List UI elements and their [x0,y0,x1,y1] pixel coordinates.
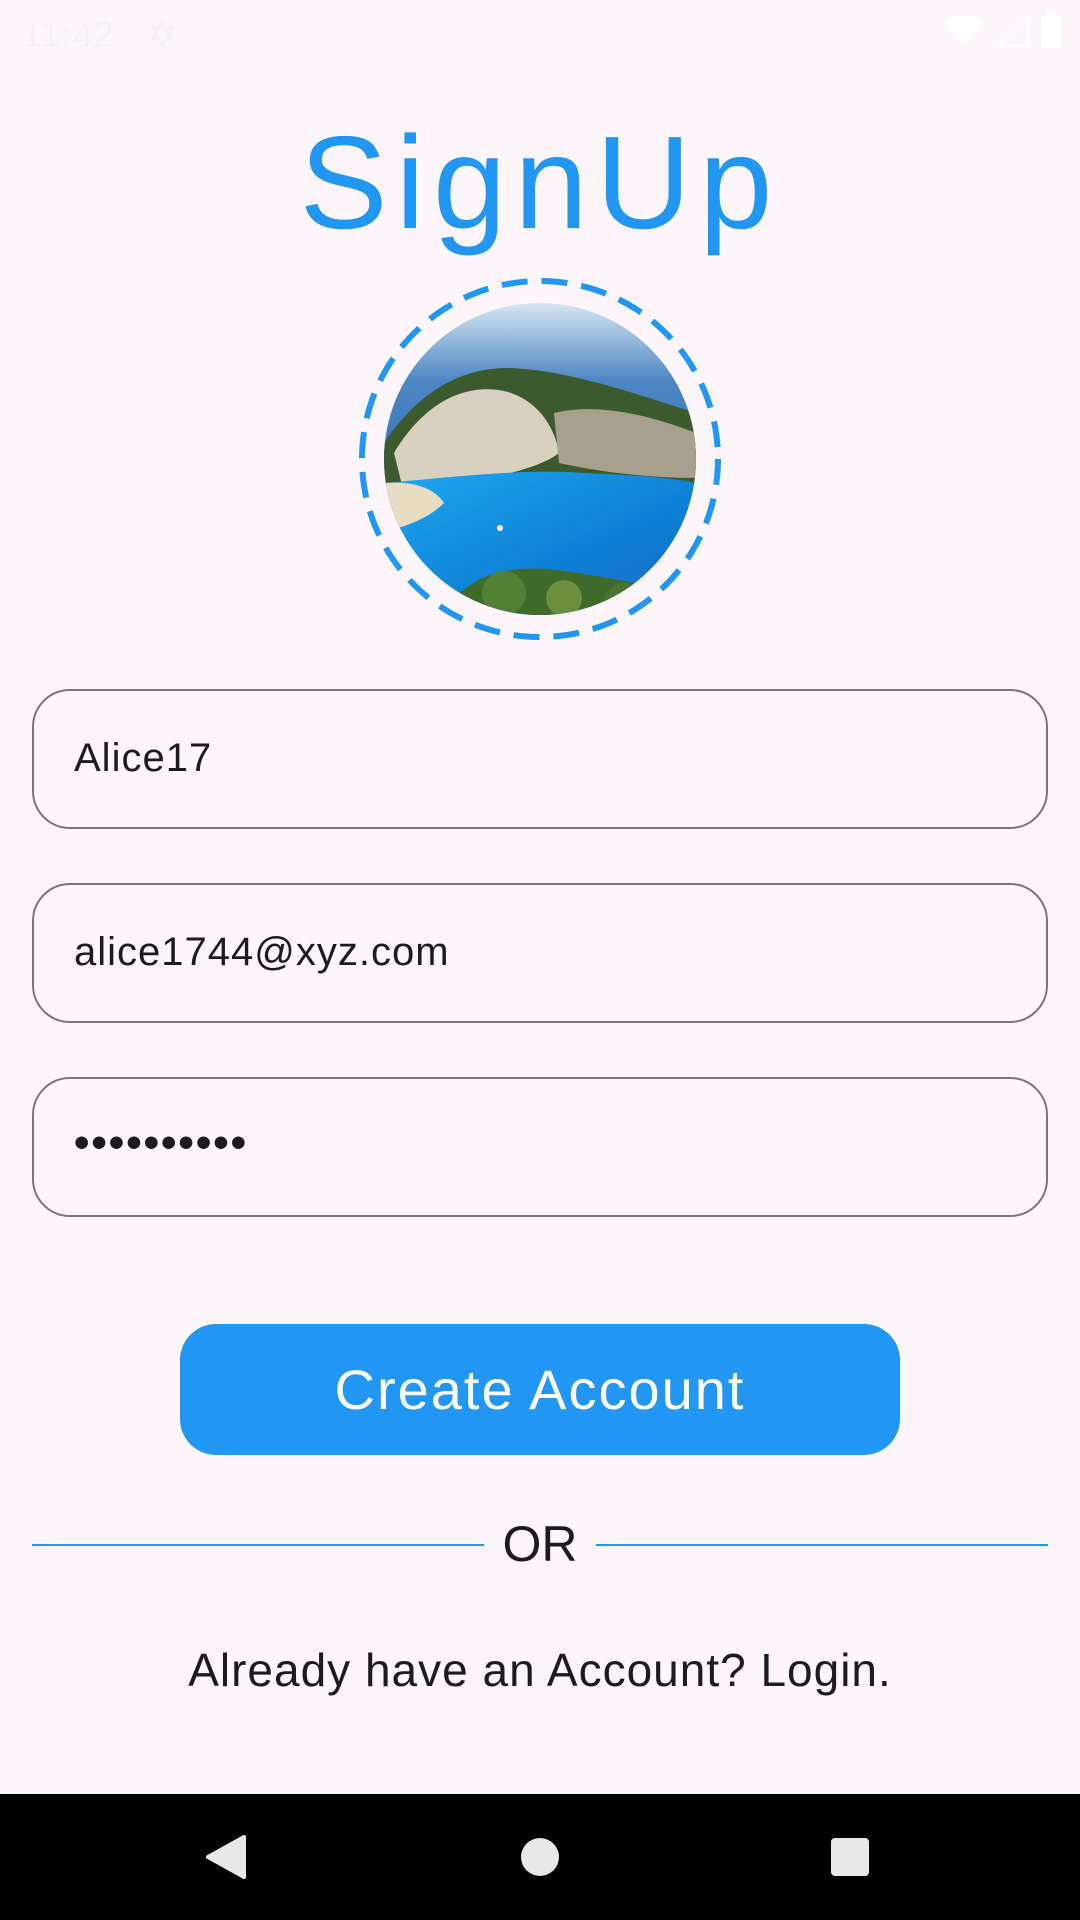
email-field[interactable]: alice1744@xyz.com [32,883,1048,1023]
recents-icon [831,1838,869,1876]
password-field[interactable]: •••••••••• [32,1077,1048,1217]
divider-left [32,1544,484,1546]
battery-icon [1041,12,1061,48]
avatar-picker[interactable] [357,276,723,642]
create-account-label: Create Account [334,1358,746,1421]
divider-right [596,1544,1048,1546]
username-field[interactable]: Alice17 [32,689,1048,829]
home-button[interactable] [480,1794,600,1920]
avatar-photo [384,303,696,615]
username-value: Alice17 [74,736,213,780]
back-button[interactable] [166,1794,286,1920]
email-value: alice1744@xyz.com [74,930,450,974]
recents-button[interactable] [790,1794,910,1920]
settings-gear-icon [150,20,175,46]
status-bar: 11:42 [0,0,1080,64]
status-time: 11:42 [22,14,115,55]
or-divider-label: OR [502,1516,578,1572]
avatar [384,303,696,615]
login-link[interactable]: Already have an Account? Login. [0,1640,1080,1700]
password-value: •••••••••• [74,1118,249,1167]
back-icon [206,1835,246,1879]
wifi-icon [944,15,984,45]
status-icons [944,12,1062,48]
home-icon [521,1838,559,1876]
signup-screen: 11:42 SignUp Alice17 alice1744@xyz.com •… [0,0,1080,1920]
page-title: SignUp [299,109,781,256]
create-account-button[interactable]: Create Account [180,1324,900,1455]
navigation-bar [0,1794,1080,1920]
signal-icon [994,12,1030,48]
